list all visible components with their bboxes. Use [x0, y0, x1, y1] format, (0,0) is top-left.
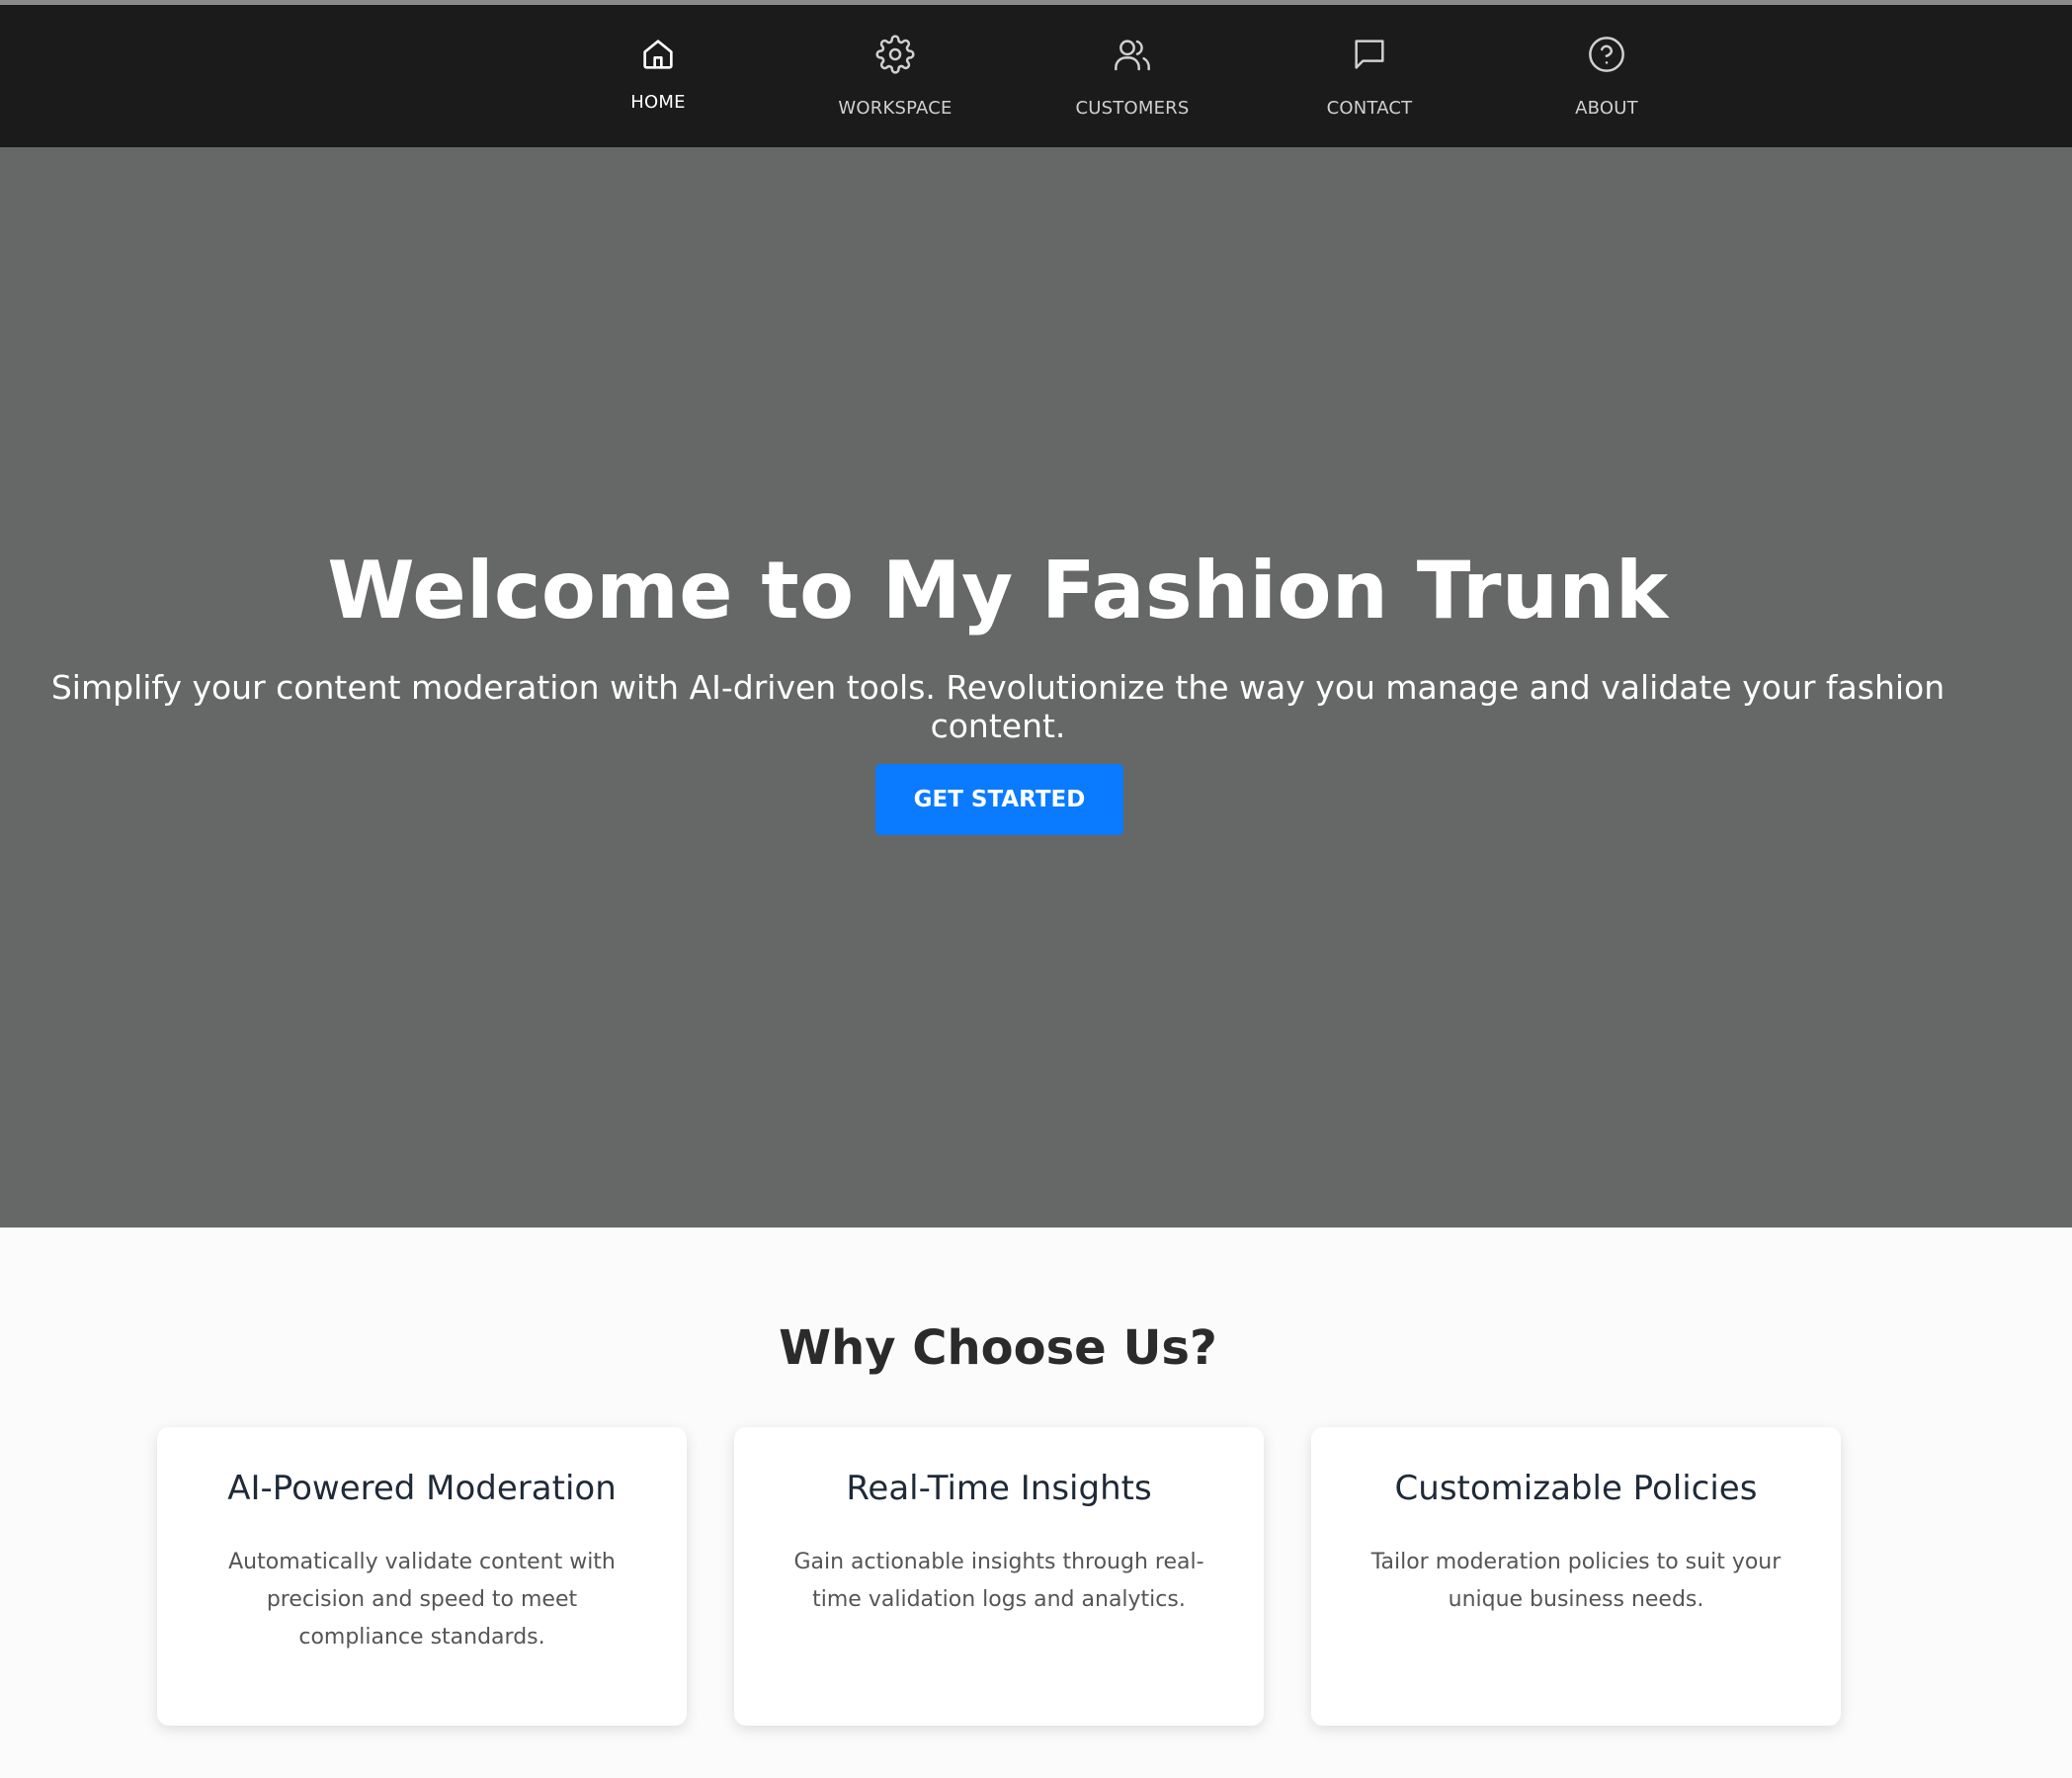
- feature-card-description: Gain actionable insights through real-ti…: [793, 1550, 1204, 1612]
- feature-card-title: Real-Time Insights: [846, 1469, 1152, 1508]
- hero-subtitle: Simplify your content moderation with AI…: [50, 668, 1946, 745]
- message-icon: [1350, 35, 1389, 74]
- nav-label-contact: CONTACT: [1326, 98, 1413, 119]
- nav-item-about[interactable]: ABOUT: [1488, 5, 1725, 147]
- features-title: Why Choose Us?: [779, 1320, 1217, 1376]
- nav-label-customers: CUSTOMERS: [1075, 98, 1190, 119]
- feature-card-title: AI-Powered Moderation: [227, 1469, 617, 1508]
- main-navbar: HOME WORKSPACE CUSTOMERS CONTACT ABOUT: [0, 5, 2072, 147]
- gear-icon: [875, 35, 915, 74]
- nav-label-workspace: WORKSPACE: [838, 98, 953, 119]
- feature-card-description: Automatically validate content with prec…: [228, 1550, 616, 1650]
- feature-card-real-time-insights: Real-Time Insights Gain actionable insig…: [734, 1427, 1264, 1726]
- nav-item-customers[interactable]: CUSTOMERS: [1014, 5, 1251, 147]
- hero-title: Welcome to My Fashion Trunk: [327, 545, 1669, 636]
- nav-item-contact[interactable]: CONTACT: [1251, 5, 1488, 147]
- feature-card-description: Tailor moderation policies to suit your …: [1370, 1550, 1782, 1612]
- nav-item-home[interactable]: HOME: [539, 5, 777, 147]
- feature-card-title: Customizable Policies: [1394, 1469, 1758, 1508]
- home-icon: [638, 35, 678, 74]
- get-started-button[interactable]: GET STARTED: [875, 764, 1123, 835]
- feature-card-customizable-policies: Customizable Policies Tailor moderation …: [1311, 1427, 1841, 1726]
- nav-label-home: HOME: [630, 92, 686, 113]
- hero-section: Welcome to My Fashion Trunk Simplify you…: [0, 147, 2072, 1228]
- nav-item-workspace[interactable]: WORKSPACE: [777, 5, 1014, 147]
- nav-label-about: ABOUT: [1575, 98, 1638, 119]
- users-icon: [1113, 35, 1152, 74]
- feature-card-ai-moderation: AI-Powered Moderation Automatically vali…: [157, 1427, 687, 1726]
- help-circle-icon: [1587, 35, 1626, 74]
